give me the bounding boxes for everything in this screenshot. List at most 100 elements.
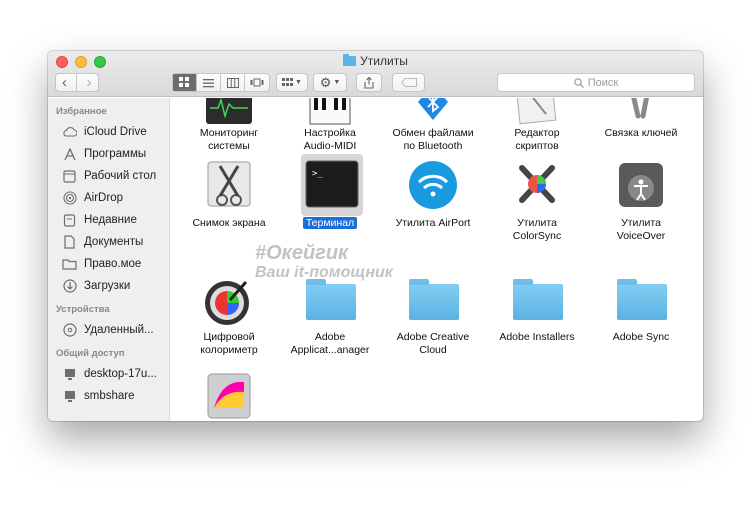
- sidebar-item-downloads[interactable]: Загрузки: [48, 275, 169, 297]
- screenshot-icon: [200, 156, 258, 214]
- app-airport-utility[interactable]: Утилита AirPort: [380, 161, 486, 230]
- folder-icon: [409, 279, 459, 320]
- cover-flow-button[interactable]: [245, 74, 269, 91]
- sidebar-item-label: Рабочий стол: [84, 170, 157, 182]
- forward-button[interactable]: ›: [77, 74, 101, 91]
- documents-icon: [62, 235, 77, 249]
- sidebar-item-pravo[interactable]: Право.мое: [48, 253, 169, 275]
- folder-icon: [343, 54, 357, 66]
- app-activity-monitor[interactable]: Мониторинг системы: [176, 98, 282, 153]
- folder-icon: [513, 279, 563, 320]
- sidebar-item-label: iCloud Drive: [84, 126, 147, 138]
- sidebar-item-airdrop[interactable]: AirDrop: [48, 187, 169, 209]
- app-colorsync[interactable]: Утилита ColorSync: [484, 165, 590, 243]
- search-placeholder: Поиск: [587, 76, 619, 89]
- gear-icon: ⚙: [319, 74, 332, 90]
- chevron-right-icon: ›: [86, 73, 92, 91]
- sidebar-header-shared: Общий доступ: [56, 348, 125, 359]
- item-label: Adobe Installers: [499, 331, 575, 343]
- app-digital-colorimeter[interactable]: Цифровой колориметр: [176, 281, 282, 357]
- sidebar-item-apps[interactable]: Программы: [48, 143, 169, 165]
- app-terminal[interactable]: >_ Терминал: [277, 154, 383, 230]
- sidebar-item-label: smbshare: [84, 390, 135, 402]
- list-view-button[interactable]: [197, 74, 221, 91]
- window-title-text: Утилиты: [360, 54, 408, 68]
- icon-view-button[interactable]: [173, 74, 197, 91]
- item-label: Adobe: [314, 331, 346, 343]
- sidebar-item-smbshare[interactable]: smbshare: [48, 385, 169, 407]
- sidebar-item-label: Удаленный...: [84, 324, 154, 336]
- app-screenshot[interactable]: Снимок экрана: [176, 161, 282, 230]
- sidebar-item-remote-disc[interactable]: Удаленный...: [48, 319, 169, 341]
- folder-icon: [617, 279, 667, 320]
- tag-icon: [400, 78, 417, 87]
- app-script-editor[interactable]: Редактор скриптов: [484, 98, 590, 153]
- sidebar-item-label: AirDrop: [84, 192, 123, 204]
- bluetooth-icon: [404, 98, 462, 146]
- folder-adobe-creative-cloud[interactable]: Adobe Creative Cloud: [380, 279, 486, 357]
- sidebar-item-recents[interactable]: Недавние: [48, 209, 169, 231]
- item-label: Adobe Sync: [612, 331, 670, 343]
- title-bar: Утилиты ‹ › ▼ ⚙ ▼ Поиск: [48, 51, 703, 97]
- colorimeter-icon: [200, 270, 258, 328]
- column-view-button[interactable]: [221, 74, 245, 91]
- folder-icon: [306, 279, 356, 320]
- view-mode-segmented: [172, 73, 270, 92]
- desktop-icon: [62, 169, 77, 183]
- sidebar-item-label: Загрузки: [84, 280, 131, 292]
- action-button[interactable]: ⚙ ▼: [313, 73, 347, 92]
- folder-adobe-installers[interactable]: Adobe Installers: [484, 279, 590, 344]
- item-label: колориметр: [200, 344, 258, 356]
- app-voiceover-utility[interactable]: Утилита VoiceOver: [588, 163, 694, 243]
- arrange-grid-icon: [282, 78, 294, 86]
- item-label: Adobe Creative: [396, 331, 470, 343]
- item-label: Снимок экрана: [192, 217, 266, 229]
- chevron-down-icon: ▼: [333, 79, 341, 86]
- app-audio-midi[interactable]: Настройка Audio-MIDI: [277, 98, 383, 153]
- computer-icon: [62, 368, 77, 381]
- search-field[interactable]: Поиск: [497, 73, 695, 92]
- apps-icon: [62, 147, 77, 161]
- watermark: #Окейгик Ваш it-помощник: [255, 243, 393, 283]
- sidebar-header-favorites: Избранное: [56, 106, 107, 117]
- sidebar-item-desktop[interactable]: Рабочий стол: [48, 165, 169, 187]
- grid-icon: [179, 77, 189, 87]
- activity-monitor-icon: [200, 98, 258, 146]
- sidebar-item-label: Документы: [84, 236, 144, 248]
- script-editor-icon: [508, 98, 566, 146]
- chevron-down-icon: ▼: [295, 79, 302, 86]
- back-button[interactable]: ‹: [53, 74, 77, 91]
- sidebar-item-desktop-17u[interactable]: desktop-17u...: [48, 363, 169, 385]
- share-button[interactable]: [356, 73, 382, 92]
- keychain-icon: [612, 98, 670, 146]
- list-icon: [203, 78, 214, 87]
- piano-icon: [301, 98, 359, 146]
- item-label: Утилита: [517, 217, 557, 229]
- watermark-subtitle: Ваш it-помощник: [255, 264, 393, 281]
- airdrop-icon: [62, 191, 77, 205]
- voiceover-icon: [612, 156, 670, 214]
- finder-window: Утилиты ‹ › ▼ ⚙ ▼ Поиск Избранное iCloud…: [48, 51, 703, 421]
- app-grapher[interactable]: [176, 373, 282, 421]
- downloads-icon: [62, 279, 77, 293]
- app-bluetooth-exchange[interactable]: Обмен файлами по Bluetooth: [380, 98, 486, 153]
- sidebar-item-label: Право.мое: [84, 258, 142, 270]
- tags-button[interactable]: [392, 73, 425, 92]
- folder-adobe-sync[interactable]: Adobe Sync: [588, 279, 694, 344]
- folder-adobe-app-manager[interactable]: Adobe Applicat...anager: [277, 279, 383, 357]
- sidebar: Избранное iCloud Drive Программы Рабочий…: [48, 98, 170, 421]
- item-label: Цифровой: [203, 331, 255, 343]
- item-label: VoiceOver: [616, 230, 666, 242]
- arrange-button[interactable]: ▼: [276, 73, 308, 92]
- item-label: Утилита: [621, 217, 661, 229]
- svg-text:>_: >_: [312, 169, 323, 179]
- columns-icon: [226, 77, 239, 88]
- grapher-icon: [200, 368, 258, 421]
- file-grid: Мониторинг системы Настройка Audio-MIDI Об…: [171, 98, 703, 421]
- search-icon: [573, 77, 584, 88]
- sidebar-item-icloud[interactable]: iCloud Drive: [48, 121, 169, 143]
- chevron-left-icon: ‹: [62, 73, 67, 91]
- cover-flow-icon: [250, 78, 264, 86]
- app-keychain[interactable]: Связка ключей: [588, 98, 694, 140]
- sidebar-item-documents[interactable]: Документы: [48, 231, 169, 253]
